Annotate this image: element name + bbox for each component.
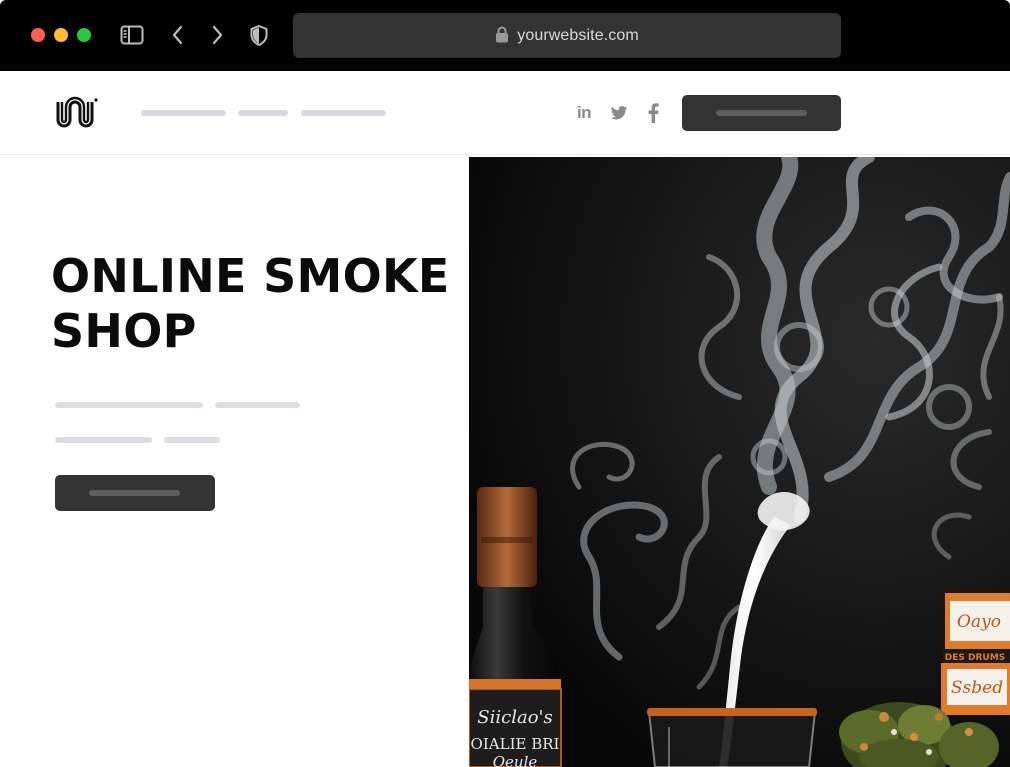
address-bar[interactable]: yourwebsite.com <box>293 13 841 58</box>
button-label-placeholder <box>716 110 807 116</box>
hero-text-placeholder <box>215 402 300 408</box>
site-navbar: in <box>0 71 1010 155</box>
glass <box>647 708 817 767</box>
hero-image: Siiclao's OIALIE BRI Oeule Oayo DES DRUM… <box>469 157 1010 767</box>
smoke-shop-illustration: Siiclao's OIALIE BRI Oeule Oayo DES DRUM… <box>469 157 1010 767</box>
forward-icon[interactable] <box>204 22 230 48</box>
hero-text-placeholder <box>55 402 203 408</box>
shield-icon[interactable] <box>246 22 272 48</box>
lock-icon <box>496 26 509 43</box>
url-text: yourwebsite.com <box>517 26 639 44</box>
svg-text:Oeule: Oeule <box>493 753 538 767</box>
button-label-placeholder <box>89 490 180 496</box>
sidebar-icon[interactable] <box>119 22 145 48</box>
hero-text-placeholder <box>164 437 220 443</box>
svg-text:Ssbed: Ssbed <box>951 678 1003 698</box>
twitter-icon[interactable] <box>608 102 630 124</box>
nav-cta-button[interactable] <box>682 95 841 131</box>
nav-link-placeholder[interactable] <box>301 110 386 116</box>
product-boxes: Oayo DES DRUMS Ssbed <box>941 593 1010 715</box>
back-icon[interactable] <box>165 22 191 48</box>
nav-link-placeholder[interactable] <box>238 110 288 116</box>
svg-text:Siiclao's: Siiclao's <box>477 707 552 728</box>
svg-text:OIALIE BRI: OIALIE BRI <box>471 735 560 753</box>
hero-text-placeholder <box>55 437 152 443</box>
hero-cta-button[interactable] <box>55 475 215 511</box>
svg-text:DES DRUMS: DES DRUMS <box>945 653 1005 663</box>
linkedin-icon[interactable]: in <box>573 102 595 124</box>
facebook-icon[interactable] <box>642 102 664 124</box>
maximize-window-button[interactable] <box>77 28 91 42</box>
logo[interactable] <box>55 96 99 130</box>
hero-title: ONLINE SMOKE SHOP <box>51 249 450 358</box>
browser-chrome: yourwebsite.com <box>0 0 1010 71</box>
web-page: in ONLINE SMOKE SHOP Siiclao's OIALIE BR… <box>0 71 1010 767</box>
close-window-button[interactable] <box>31 28 45 42</box>
svg-text:Oayo: Oayo <box>957 612 1001 632</box>
minimize-window-button[interactable] <box>54 28 68 42</box>
nav-link-placeholder[interactable] <box>141 110 226 116</box>
